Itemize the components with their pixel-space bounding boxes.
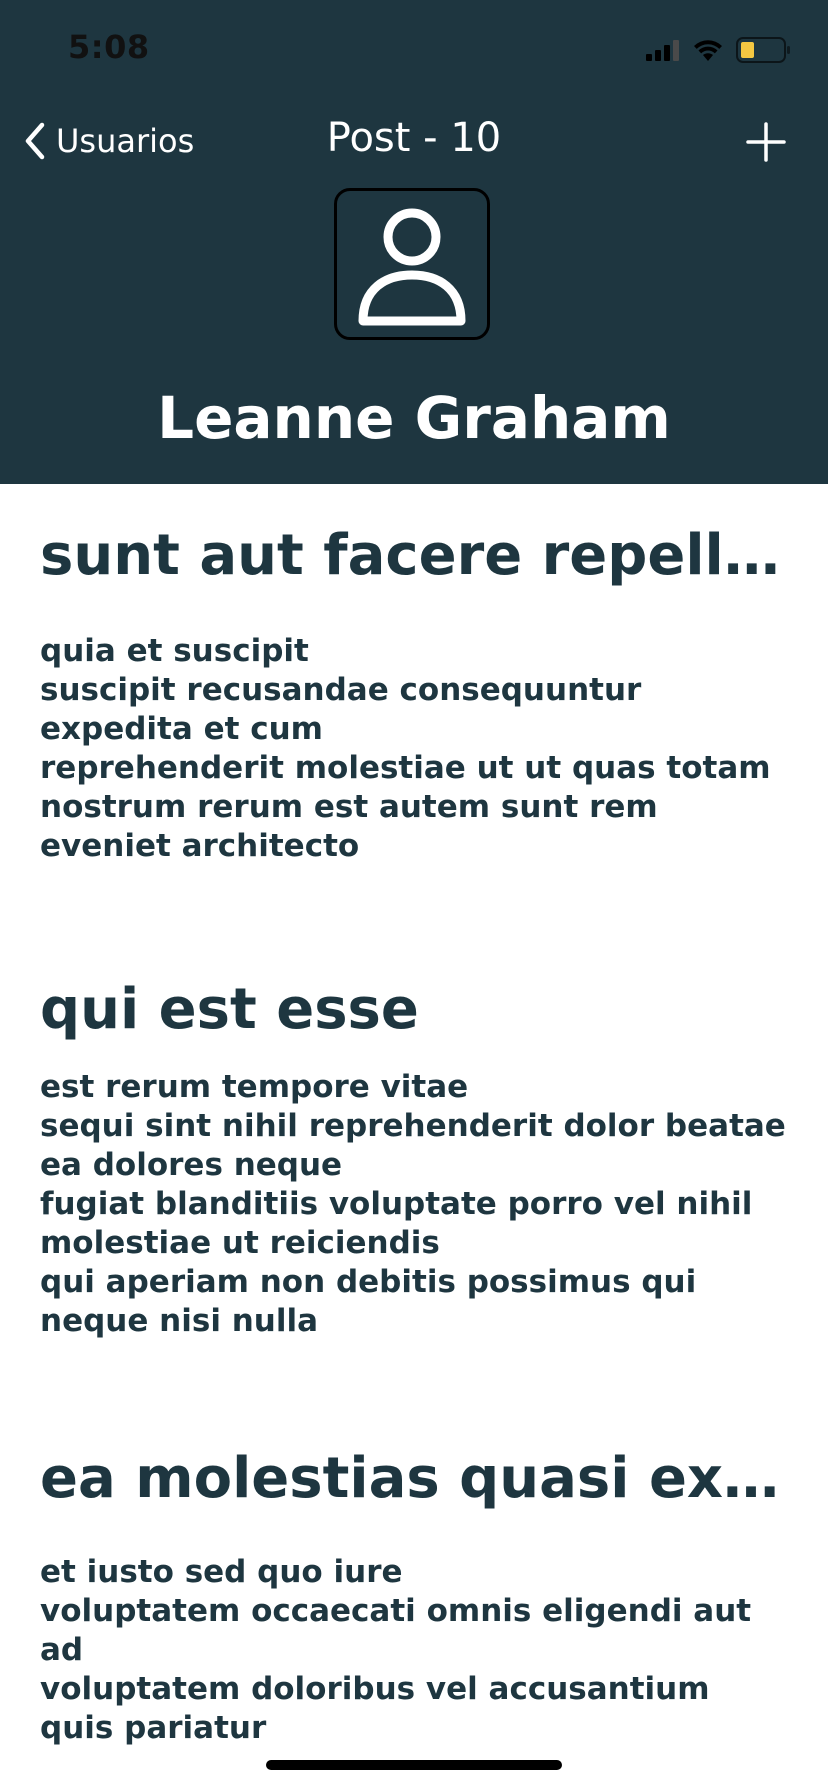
avatar (334, 188, 490, 340)
post-item[interactable]: qui est esse est rerum tempore vitae seq… (40, 974, 788, 1341)
post-body: est rerum tempore vitae sequi sint nihil… (40, 1069, 786, 1339)
plus-icon[interactable] (742, 118, 790, 166)
profile-header: 5:08 Usuarios Post - 10 Leanne Graham (0, 0, 828, 484)
post-item[interactable]: ea molestias quasi exercitationem repell… (40, 1443, 788, 1748)
post-list: sunt aut facere repellat provident occae… (40, 484, 788, 1748)
person-icon (358, 208, 466, 326)
post-title: qui est esse (40, 977, 419, 1042)
home-indicator (266, 1760, 562, 1770)
post-title: sunt aut facere repellat provident occae… (40, 523, 788, 588)
wifi-icon (694, 40, 722, 61)
nav-title: Post - 10 (326, 115, 502, 161)
signal-icon (646, 40, 679, 61)
post-title: ea molestias quasi exercitationem repell… (40, 1446, 788, 1511)
status-time: 5:08 (68, 28, 150, 66)
status-icons (646, 36, 792, 64)
post-body: quia et suscipit suscipit recusandae con… (40, 633, 771, 864)
screen: 5:08 Usuarios Post - 10 Leanne Graham su… (0, 0, 828, 1792)
post-body: et iusto sed quo iure voluptatem occaeca… (40, 1554, 752, 1746)
user-name: Leanne Graham (157, 384, 671, 452)
battery-icon (736, 37, 790, 63)
post-item[interactable]: sunt aut facere repellat provident occae… (40, 520, 788, 866)
